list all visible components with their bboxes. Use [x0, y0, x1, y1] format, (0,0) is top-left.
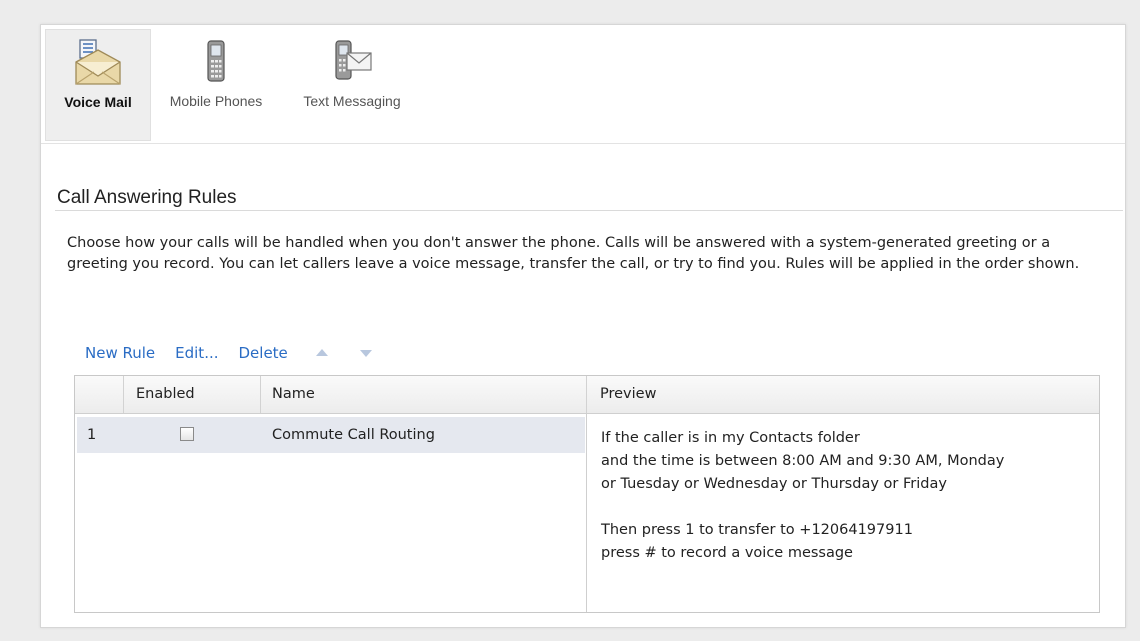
rule-name: Commute Call Routing	[272, 427, 435, 443]
tab-voice-mail[interactable]: Voice Mail	[45, 29, 151, 141]
arrow-up-icon[interactable]	[314, 347, 330, 359]
rule-preview: If the caller is in my Contacts folder a…	[601, 427, 1091, 565]
delete-button[interactable]: Delete	[239, 344, 288, 362]
new-rule-button[interactable]: New Rule	[85, 344, 155, 362]
options-panel: Voice Mail Mobile Phones Text Messaging …	[40, 24, 1126, 628]
edit-button[interactable]: Edit...	[175, 344, 218, 362]
tab-mobile-phones-label: Mobile Phones	[169, 93, 263, 109]
preview-line: press # to record a voice message	[601, 545, 853, 561]
table-header: Enabled Name Preview	[75, 376, 1099, 414]
column-header-enabled[interactable]: Enabled	[124, 376, 261, 413]
column-header-preview[interactable]: Preview	[587, 376, 1099, 413]
title-divider	[55, 210, 1123, 211]
text-messaging-icon	[330, 37, 374, 87]
section-description: Choose how your calls will be handled wh…	[67, 235, 1080, 272]
tab-text-messaging-label: Text Messaging	[303, 93, 401, 109]
arrow-down-icon[interactable]	[358, 347, 374, 359]
preview-line: or Tuesday or Wednesday or Thursday or F…	[601, 476, 947, 492]
voicemail-icon	[72, 38, 124, 88]
toolbar: Voice Mail Mobile Phones Text Messaging	[41, 25, 1125, 144]
rules-table: Enabled Name Preview 1 Commute Call Rout…	[74, 375, 1100, 613]
column-divider	[586, 413, 587, 612]
preview-line	[601, 496, 1091, 519]
preview-line: and the time is between 8:00 AM and 9:30…	[601, 453, 1005, 469]
tab-mobile-phones[interactable]: Mobile Phones	[157, 29, 275, 139]
tab-voice-mail-label: Voice Mail	[64, 94, 132, 110]
enabled-checkbox[interactable]	[180, 427, 194, 441]
preview-line: Then press 1 to transfer to +12064197911	[601, 522, 913, 538]
rule-actions: New Rule Edit... Delete	[85, 343, 396, 363]
tab-text-messaging[interactable]: Text Messaging	[285, 29, 419, 139]
mobile-phone-icon	[201, 37, 231, 87]
section-title: Call Answering Rules	[57, 187, 237, 208]
preview-line: If the caller is in my Contacts folder	[601, 430, 860, 446]
table-row[interactable]: 1 Commute Call Routing	[77, 417, 585, 453]
row-index: 1	[87, 427, 97, 443]
column-header-name[interactable]: Name	[261, 376, 587, 413]
column-header-index[interactable]	[75, 376, 124, 413]
